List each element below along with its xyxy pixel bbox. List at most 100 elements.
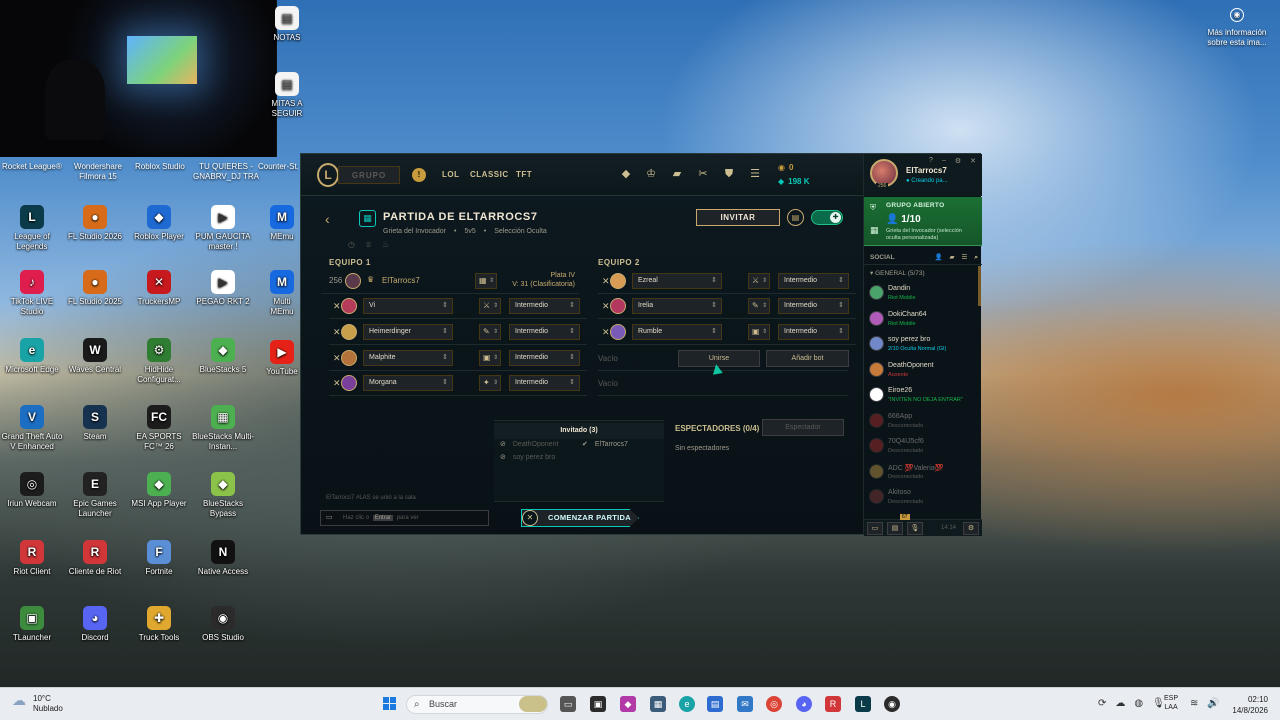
desktop-icon[interactable]: ◆ MSI App Player	[127, 472, 191, 509]
owner-name[interactable]: ElTarrocs7	[382, 276, 420, 285]
clash-icon[interactable]: ⛊	[722, 167, 736, 181]
crafting-icon[interactable]: ✂	[696, 167, 710, 181]
desktop-icon[interactable]: ● FL Studio 2025	[63, 270, 127, 307]
spectator-button[interactable]: Espectador	[762, 419, 844, 436]
back-arrow-icon[interactable]: ‹	[325, 212, 330, 226]
position-select[interactable]: ▣	[748, 324, 770, 340]
difficulty-select[interactable]: Intermedio	[778, 298, 849, 314]
friend-item[interactable]: ADC 💯Valeria💯 Desconectado	[864, 461, 982, 486]
profile-status[interactable]: ● Creando pa...	[906, 178, 948, 184]
desktop-icon[interactable]: ▶ PEGAO RKT 2	[191, 270, 255, 307]
desktop-label-counter[interactable]: Counter-St...	[258, 162, 298, 172]
copy-lobby-icon[interactable]: ▤	[787, 209, 804, 226]
desktop-icon[interactable]: ◉ OBS Studio	[191, 606, 255, 643]
desktop-icon-mitas[interactable]: ▤ MITAS A SEGUIR	[262, 72, 312, 119]
desktop-icon[interactable]: ✕ TruckersMP	[127, 270, 191, 307]
champion-select[interactable]: Ezreal	[632, 273, 722, 289]
difficulty-select[interactable]: Intermedio	[778, 273, 849, 289]
friend-item[interactable]: soy perez bro 2/10 Oculta Normal (GI)	[864, 333, 982, 358]
champion-select[interactable]: Malphite	[363, 350, 453, 366]
position-select[interactable]: ✎	[748, 298, 770, 314]
desktop-icon[interactable]: FC EA SPORTS FC™ 26	[127, 405, 191, 452]
edge-icon[interactable]: e	[679, 696, 695, 712]
desktop-icon[interactable]: N Native Access	[191, 540, 255, 577]
calendar-icon[interactable]: ▤	[707, 696, 723, 712]
league-logo-icon[interactable]: L	[317, 163, 339, 187]
desktop-icon[interactable]: ▣ TLauncher	[0, 606, 64, 643]
profile-header[interactable]: 256 ElTarrocs7 ● Creando pa... ? – ⚙ ✕	[864, 154, 982, 196]
champion-select[interactable]: Irelia	[632, 298, 722, 314]
position-select[interactable]: ✦	[479, 375, 501, 391]
desktop-icon-notas[interactable]: ▤ NOTAS	[262, 6, 312, 43]
refresh-icon[interactable]: ⟳	[1098, 698, 1106, 709]
info-link[interactable]: ◉ Más información sobre esta ima...	[1202, 8, 1272, 48]
desktop-icon[interactable]: ♪ TikTok LIVE Studio	[0, 270, 64, 317]
difficulty-select[interactable]: Intermedio	[778, 324, 849, 340]
remove-bot-icon[interactable]: ✕	[333, 327, 341, 338]
desktop-icon[interactable]: S Steam	[63, 405, 127, 442]
remove-bot-icon[interactable]: ✕	[602, 276, 610, 287]
position-select[interactable]: ⚔	[479, 298, 501, 314]
desktop-label-tu-quieres[interactable]: TU QUIERES - GNABRV_DJ TRA	[193, 162, 259, 182]
friend-item[interactable]: Akitoso Desconectado	[864, 486, 982, 511]
desktop-icon[interactable]: ▦ BlueStacks Multi-Instan...	[191, 405, 255, 452]
desktop-icon[interactable]: ◕ Discord	[63, 606, 127, 643]
language-indicator[interactable]: ESP LAA	[1164, 694, 1178, 712]
desktop-icon[interactable]: ● FL Studio 2026	[63, 205, 127, 242]
nav-classic[interactable]: CLASSIC	[470, 170, 509, 179]
cloud-sync-icon[interactable]: ☁	[1115, 698, 1125, 709]
app-icon[interactable]: ▦	[650, 696, 666, 712]
desktop-label-rocket[interactable]: Rocket League®	[2, 162, 62, 172]
desktop-icon[interactable]: ◎ Iriun Webcam	[0, 472, 64, 509]
search-icon[interactable]: ⌕	[974, 250, 978, 265]
desktop-icon[interactable]: E Epic Games Launcher	[63, 472, 127, 519]
nav-tft[interactable]: TFT	[516, 170, 532, 179]
desktop-icon[interactable]: V Grand Theft Auto V Enhanced	[0, 405, 64, 452]
difficulty-select[interactable]: Intermedio	[509, 324, 580, 340]
owner-avatar[interactable]	[345, 273, 361, 289]
chrome-icon[interactable]: ◎	[766, 696, 782, 712]
friend-item[interactable]: Dandin Riot Mobile	[864, 282, 982, 307]
profile-icon[interactable]: ♔	[644, 167, 658, 181]
position-select[interactable]: ✎	[479, 324, 501, 340]
desktop-icon[interactable]: L League of Legends	[0, 205, 64, 252]
remove-bot-icon[interactable]: ✕	[602, 301, 610, 312]
desktop-icon[interactable]: ◆ BlueStacks Bypass	[191, 472, 255, 519]
friend-group-general[interactable]: ▾ GENERAL (5/73)	[870, 269, 925, 277]
microphone-icon[interactable]: 🎙	[907, 521, 923, 535]
position-select[interactable]: ⚔	[748, 273, 770, 289]
desktop-icon[interactable]: ⚙ HidHide Configurat...	[127, 338, 191, 385]
champion-select[interactable]: Morgana	[363, 375, 453, 391]
messages-icon[interactable]: ▤	[887, 521, 903, 535]
league-icon[interactable]: L	[855, 696, 871, 712]
difficulty-select[interactable]: Intermedio	[509, 375, 580, 391]
desktop-icon[interactable]: R Riot Client	[0, 540, 64, 577]
minimize-icon[interactable]: –	[942, 157, 946, 165]
settings-icon[interactable]: ⚙	[955, 157, 961, 165]
difficulty-select[interactable]: Intermedio	[509, 298, 580, 314]
missions-icon[interactable]: ☰	[748, 167, 762, 181]
champion-select[interactable]: Vi	[363, 298, 453, 314]
desktop-icon[interactable]: W Waves Central	[63, 338, 127, 375]
desktop-label-wondershare[interactable]: Wondershare Filmora 15	[70, 162, 126, 182]
store-icon[interactable]: ▰	[670, 167, 684, 181]
network-icon[interactable]: ◍	[1134, 698, 1143, 709]
gear-icon[interactable]: ⚙	[963, 521, 979, 535]
store-icon[interactable]: ◆	[620, 696, 636, 712]
friend-item[interactable]: 666App Desconectado	[864, 410, 982, 435]
remove-bot-icon[interactable]: ✕	[333, 301, 341, 312]
folder-icon[interactable]: ▰	[950, 250, 955, 265]
add-friend-icon[interactable]: 👤	[934, 250, 942, 265]
desktop-icon[interactable]: R Cliente de Riot	[63, 540, 127, 577]
friend-item[interactable]: DeathOponent Ausente	[864, 359, 982, 384]
currency-panel[interactable]: ◉ 0 ◆ 198 K	[778, 160, 840, 188]
chat-icon[interactable]: ▭	[867, 521, 883, 535]
remove-bot-icon[interactable]: ✕	[333, 378, 341, 389]
widget-app-icon[interactable]	[519, 696, 547, 712]
friend-item[interactable]: Eiroe26 "INVITEN NO DEJA ENTRAR"	[864, 384, 982, 409]
windows-start-icon[interactable]	[383, 697, 397, 711]
desktop-icon-memu[interactable]: M MEmu	[262, 205, 302, 242]
champion-select[interactable]: Heimerdinger	[363, 324, 453, 340]
friend-item[interactable]: DokiChan64 Riot Mobile	[864, 308, 982, 333]
desktop-icon[interactable]: ▶ PUM GAUCITA master !	[191, 205, 255, 252]
